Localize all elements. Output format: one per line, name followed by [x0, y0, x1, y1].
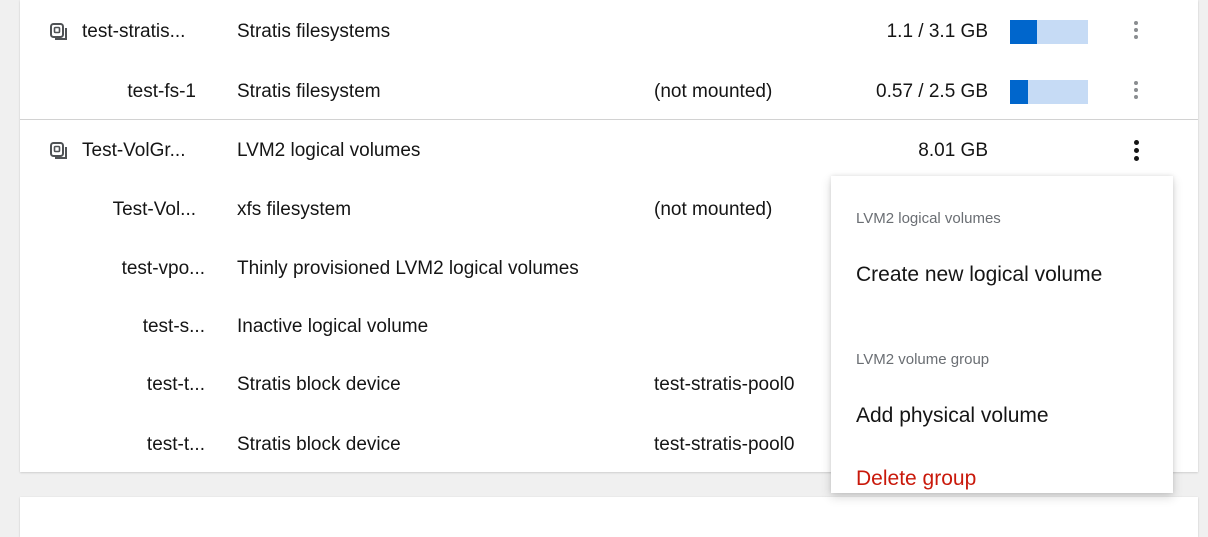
row-type: Stratis filesystems — [237, 21, 391, 42]
table-row[interactable]: test-fs-1 Stratis filesystem (not mounte… — [20, 63, 1198, 121]
usage-bar — [1010, 80, 1088, 104]
row-type: LVM2 logical volumes — [237, 140, 421, 161]
kebab-icon[interactable] — [1124, 19, 1148, 45]
row-location: (not mounted) — [654, 199, 773, 220]
row-type: Inactive logical volume — [237, 316, 429, 337]
delete-group-item[interactable]: Delete group — [831, 457, 1173, 501]
row-name: test-t... — [146, 434, 205, 455]
kebab-icon[interactable] — [1124, 79, 1148, 105]
usage-bar-fill — [1010, 20, 1038, 44]
row-location: (not mounted) — [654, 81, 773, 102]
add-physical-volume-item[interactable]: Add physical volume — [831, 394, 1173, 438]
next-card — [20, 497, 1198, 537]
create-logical-volume-item[interactable]: Create new logical volume — [831, 253, 1173, 297]
kebab-icon[interactable] — [1124, 138, 1148, 164]
row-size: 0.57 / 2.5 GB — [876, 81, 988, 102]
row-name: test-stratis... — [82, 21, 186, 42]
row-name: test-vpo... — [121, 258, 205, 279]
row-name: Test-Vol... — [112, 199, 196, 220]
row-type: Thinly provisioned LVM2 logical volumes — [237, 258, 579, 279]
actions-dropdown-menu: LVM2 logical volumes Create new logical … — [831, 176, 1173, 493]
usage-bar-fill — [1010, 80, 1028, 104]
menu-group-title: LVM2 volume group — [856, 351, 990, 368]
row-type: Stratis block device — [237, 374, 401, 395]
row-type: xfs filesystem — [237, 199, 352, 220]
menu-group-title: LVM2 logical volumes — [856, 210, 1001, 227]
row-name: test-s... — [142, 316, 205, 337]
table-row[interactable]: Test-VolGr... LVM2 logical volumes 8.01 … — [20, 122, 1198, 180]
storage-icon — [50, 23, 67, 40]
row-type: Stratis block device — [237, 434, 401, 455]
table-row[interactable]: test-stratis... Stratis filesystems 1.1 … — [20, 3, 1198, 61]
storage-icon — [50, 142, 67, 159]
row-size: 8.01 GB — [918, 140, 988, 161]
divider — [20, 119, 1198, 120]
row-location: test-stratis-pool0 — [654, 374, 795, 395]
row-name: test-fs-1 — [127, 81, 196, 102]
row-name: Test-VolGr... — [82, 140, 186, 161]
row-location: test-stratis-pool0 — [654, 434, 795, 455]
row-size: 1.1 / 3.1 GB — [886, 21, 988, 42]
row-type: Stratis filesystem — [237, 81, 381, 102]
usage-bar — [1010, 20, 1088, 44]
row-name: test-t... — [146, 374, 205, 395]
